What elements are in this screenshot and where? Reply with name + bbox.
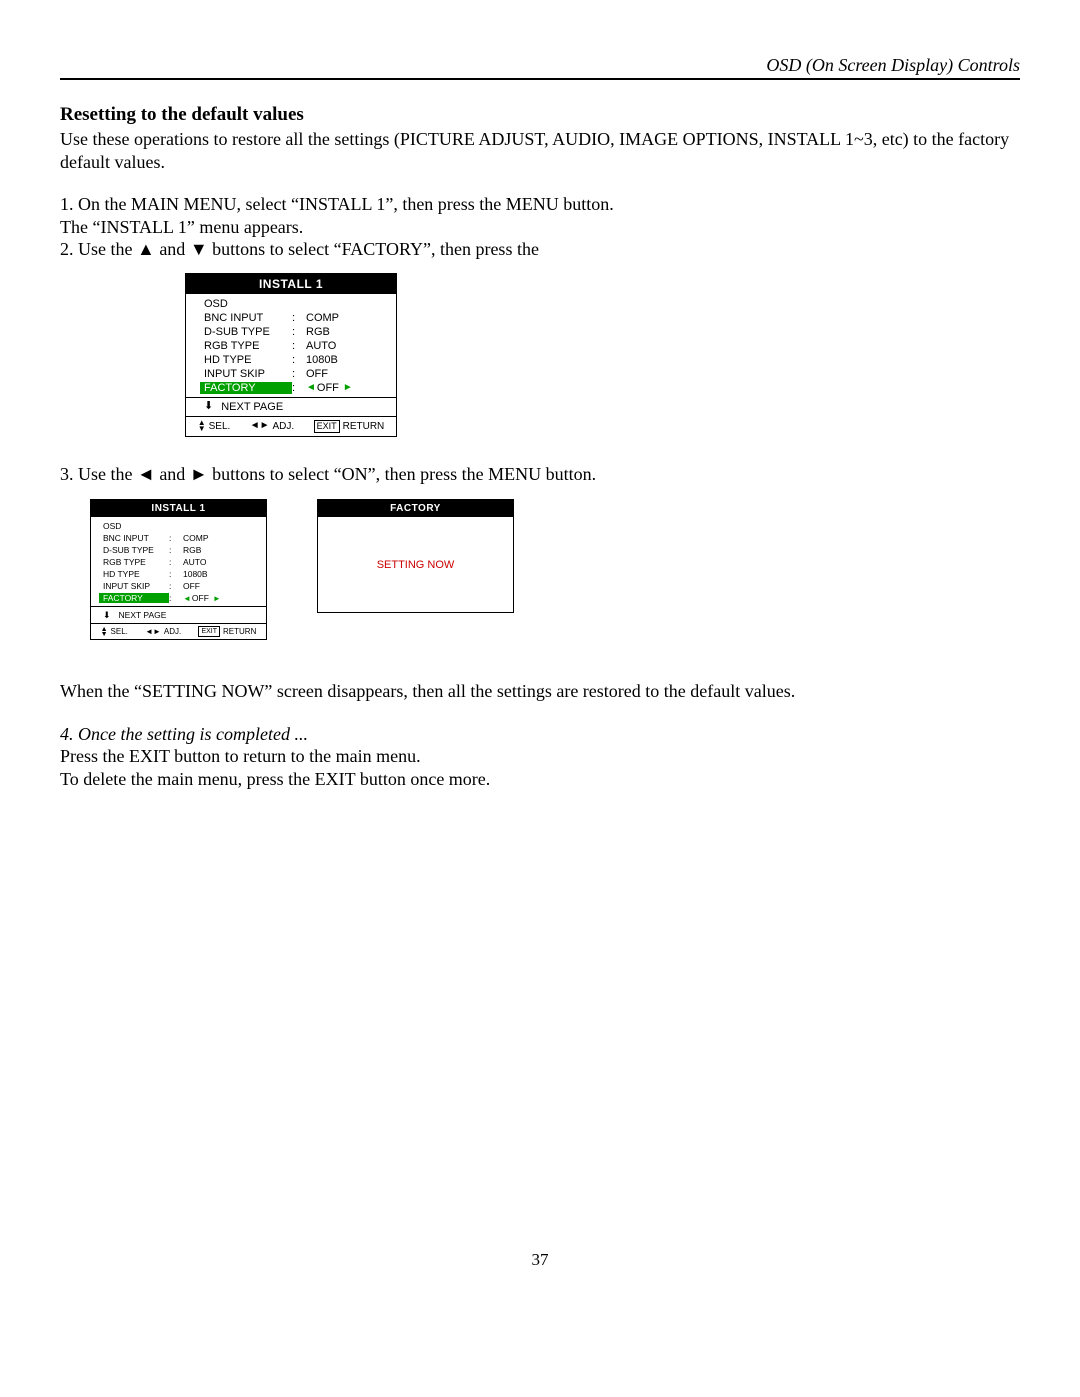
- osd-item-skip-value: OFF: [306, 368, 328, 380]
- osd2-skip-value: OFF: [183, 581, 200, 591]
- footer-sel: SEL.: [209, 421, 231, 432]
- osd2-next-page: NEXT PAGE: [119, 610, 167, 620]
- osd-item-hd-label: HD TYPE: [204, 354, 292, 366]
- osd-item-skip-label: INPUT SKIP: [204, 368, 292, 380]
- osd2-factory-value: OFF: [192, 593, 209, 603]
- intro-paragraph: Use these operations to restore all the …: [60, 128, 1020, 173]
- left-arrow-icon: ◄: [306, 382, 316, 393]
- header-rule: [60, 78, 1020, 80]
- setting-now-text: SETTING NOW: [377, 559, 455, 571]
- osd-item-factory-label: FACTORY: [200, 382, 292, 394]
- step-1-line-2: The “INSTALL 1” menu appears.: [60, 216, 1020, 239]
- down-arrow-icon: ⬇: [204, 401, 213, 412]
- footer-adj: ADJ.: [273, 421, 295, 432]
- osd2-hd-label: HD TYPE: [103, 569, 169, 579]
- osd2-skip-label: INPUT SKIP: [103, 581, 169, 591]
- step-4-line-b: To delete the main menu, press the EXIT …: [60, 768, 1020, 791]
- exit-icon-2: EXIT: [198, 626, 220, 637]
- osd-item-bnc-label: BNC INPUT: [204, 312, 292, 324]
- osd2-rgb-value: AUTO: [183, 557, 206, 567]
- osd2-bnc-label: BNC INPUT: [103, 533, 169, 543]
- step-2-pre: 2. Use the: [60, 239, 137, 259]
- step-3-pre: 3. Use the: [60, 464, 137, 484]
- osd-item-factory-value: OFF: [317, 382, 339, 394]
- osd-item-rgb-value: AUTO: [306, 340, 336, 352]
- osd2-hd-value: 1080B: [183, 569, 208, 579]
- osd2-dsub-label: D-SUB TYPE: [103, 545, 169, 555]
- osd-item-factory-row: FACTORY :◄OFF►: [186, 381, 396, 395]
- osd-menu-factory: FACTORY SETTING NOW: [317, 499, 514, 613]
- osd-menu-install1-small: INSTALL 1 OSD BNC INPUT:COMP D-SUB TYPE:…: [90, 499, 267, 640]
- right-arrow-icon-2: ►: [213, 594, 221, 603]
- factory-title: FACTORY: [318, 500, 513, 517]
- updown-icon: ▲▼: [198, 420, 206, 432]
- osd2-factory-row: FACTORY :◄OFF►: [91, 592, 266, 604]
- osd-item-dsub-value: RGB: [306, 326, 330, 338]
- down-triangle-icon: ▼: [190, 239, 208, 259]
- up-triangle-icon: ▲: [137, 239, 155, 259]
- footer-return: RETURN: [343, 421, 385, 432]
- step-2-and: and: [155, 239, 190, 259]
- leftright-icon: ◄►: [250, 421, 270, 431]
- osd-item-bnc-value: COMP: [306, 312, 339, 324]
- step-4-line-a: Press the EXIT button to return to the m…: [60, 745, 1020, 768]
- step-3-and: and: [155, 464, 190, 484]
- footer2-return: RETURN: [223, 627, 256, 636]
- osd2-dsub-value: RGB: [183, 545, 201, 555]
- right-arrow-icon: ►: [343, 382, 353, 393]
- footer2-adj: ADJ.: [164, 627, 181, 636]
- osd-item-hd-value: 1080B: [306, 354, 338, 366]
- step-3-post: buttons to select “ON”, then press the M…: [208, 464, 596, 484]
- left-triangle-icon: ◄: [137, 464, 155, 484]
- when-text: When the “SETTING NOW” screen disappears…: [60, 680, 1020, 703]
- footer2-sel: SEL.: [111, 627, 128, 636]
- left-arrow-icon-2: ◄: [183, 594, 191, 603]
- step-2-post: buttons to select “FACTORY”, then press …: [208, 239, 539, 259]
- osd-next-page-label: NEXT PAGE: [221, 401, 283, 413]
- page-header: OSD (On Screen Display) Controls: [766, 55, 1020, 76]
- osd-menu-title: INSTALL 1: [186, 274, 396, 294]
- osd-menu-title-small: INSTALL 1: [91, 500, 266, 517]
- section-heading: Resetting to the default values: [60, 104, 1020, 126]
- page-number: 37: [60, 1250, 1020, 1270]
- osd-item-dsub-label: D-SUB TYPE: [204, 326, 292, 338]
- osd2-factory-label: FACTORY: [99, 593, 169, 603]
- osd2-rgb-label: RGB TYPE: [103, 557, 169, 567]
- step-4-heading: 4. Once the setting is completed ...: [60, 723, 1020, 746]
- osd2-item-osd: OSD: [103, 521, 169, 531]
- step-2: 2. Use the ▲ and ▼ buttons to select “FA…: [60, 238, 1020, 261]
- osd-item-osd: OSD: [204, 298, 292, 310]
- updown-icon-2: ▲▼: [101, 627, 108, 637]
- down-arrow-icon-2: ⬇: [103, 611, 111, 620]
- osd-footer: ▲▼SEL. ◄►ADJ. EXITRETURN: [186, 416, 396, 436]
- step-1-line-1: 1. On the MAIN MENU, select “INSTALL 1”,…: [60, 193, 1020, 216]
- osd-item-rgb-label: RGB TYPE: [204, 340, 292, 352]
- exit-icon: EXIT: [314, 420, 340, 433]
- right-triangle-icon: ►: [190, 464, 208, 484]
- osd-menu-install1-large: INSTALL 1 OSD BNC INPUT:COMP D-SUB TYPE:…: [185, 273, 397, 437]
- osd-next-page-row: ⬇ NEXT PAGE: [186, 400, 396, 416]
- step-3: 3. Use the ◄ and ► buttons to select “ON…: [60, 463, 1020, 486]
- leftright-icon-2: ◄►: [145, 628, 161, 636]
- osd2-bnc-value: COMP: [183, 533, 209, 543]
